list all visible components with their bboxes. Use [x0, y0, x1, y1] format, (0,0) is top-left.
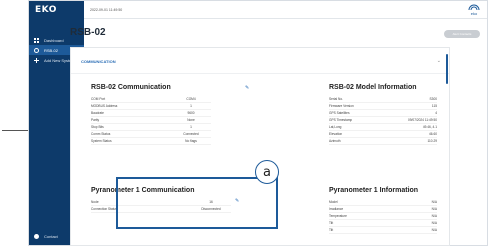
contact-icon [34, 234, 39, 239]
callout-badge: a [255, 160, 279, 184]
app-logo: EKO [35, 5, 57, 15]
row-value: 1 [190, 125, 192, 129]
row-value: Connected [183, 132, 199, 136]
row-value: 1 [190, 104, 192, 108]
sidebar-item-label: Contact [44, 234, 58, 239]
row-label: Tilt [329, 221, 334, 225]
table-row: Azimuth 110.29 [329, 138, 437, 145]
table-row: Parity None [91, 117, 211, 124]
table-row: Stop Bits 1 [91, 124, 211, 131]
row-label: Tilt [329, 228, 334, 232]
row-label: Model [329, 200, 338, 204]
row-label: Node [91, 200, 99, 204]
row-label: Comm Status [91, 132, 111, 136]
row-value: COM4 [186, 97, 196, 101]
row-label: Elevation [329, 132, 343, 136]
table-row: Tilt N/A [329, 227, 437, 234]
row-value: N/A [431, 207, 437, 211]
card-title: RSB-02 Communication [91, 84, 171, 91]
row-label: Connection Status [91, 207, 118, 211]
row-label: GPS Timestamp [329, 118, 353, 122]
table-row: System Status No flags [91, 138, 211, 145]
table-row: Serial No. S300 [329, 96, 437, 103]
rsb-model-card: RSB-02 Model Information Serial No. S300 … [329, 84, 437, 145]
sidebar-item-contact[interactable]: Contact [34, 234, 58, 239]
table-row: Comm Status Connected [91, 131, 211, 138]
sidebar-item-label: Dashboard [44, 37, 64, 43]
row-label: Serial No. [329, 97, 343, 101]
row-value: 115 [431, 104, 437, 108]
row-value: N/A [431, 221, 437, 225]
row-value: 4 [435, 111, 437, 115]
row-label: COM Port [91, 97, 106, 101]
table-row: COM Port COM4 [91, 96, 211, 103]
row-value: N/A [431, 200, 437, 204]
pencil-icon[interactable]: ✎ [245, 86, 250, 91]
row-value: N/A [431, 228, 437, 232]
table-row: Baudrate 9600 [91, 110, 211, 117]
brand-label: eko [471, 11, 478, 16]
scrollbar-thumb[interactable] [446, 54, 448, 84]
table-row: Lat,Long 49.46, 4.1 [329, 124, 437, 131]
card-title: Pyranometer 1 Information [329, 187, 419, 194]
table-row: Irradiance N/A [329, 206, 437, 213]
page-title: RSB-02 [70, 27, 106, 38]
row-value: 110.29 [427, 139, 437, 143]
table-row: Tilt N/A [329, 220, 437, 227]
row-value: No flags [185, 139, 197, 143]
table-row: Elevation 46.60 [329, 131, 437, 138]
section-header[interactable]: COMMUNICATION ⌄ [71, 48, 449, 74]
chevron-down-icon[interactable]: ⌄ [437, 58, 441, 64]
row-value: None [187, 118, 195, 122]
row-label: Parity [91, 118, 100, 122]
row-label: Azimuth [329, 139, 341, 143]
plus-icon [34, 57, 39, 63]
row-label: MODBUS Address [91, 104, 118, 108]
table-row: MODBUS Address 1 [91, 103, 211, 110]
top-bar: 2022-09-01 11:49:50 eko [84, 1, 487, 19]
table-row: GPS Satellites 4 [329, 110, 437, 117]
row-label: System Status [91, 139, 112, 143]
row-label: Firmware Version [329, 104, 354, 108]
rsb-communication-card: RSB-02 Communication COM Port COM4 MODBUS… [91, 84, 211, 145]
row-label: Irradiance [329, 207, 344, 211]
pyranometer-information-card: Pyranometer 1 Information Model N/A Irrad… [329, 187, 437, 234]
brand-logo-icon: eko [468, 4, 480, 16]
row-value: N/A [431, 214, 437, 218]
row-label: Lat,Long [329, 125, 342, 129]
table-row: GPS Timestamp 09/07/2024 11:49:50 [329, 117, 437, 124]
dashboard-icon [34, 37, 39, 43]
row-label: GPS Satellites [329, 111, 350, 115]
timestamp: 2022-09-01 11:49:50 [90, 8, 123, 12]
row-label: Temperature [329, 214, 347, 218]
row-value: 9600 [187, 111, 195, 115]
highlight-box [116, 177, 278, 229]
logo-text: EKO [35, 5, 57, 15]
sidebar-item-label: RSB-02 [44, 47, 59, 53]
table-row: Model N/A [329, 199, 437, 206]
row-label: Baudrate [91, 111, 104, 115]
device-icon [34, 47, 39, 53]
row-value: 46.60 [429, 132, 437, 136]
section-title: COMMUNICATION [81, 59, 116, 64]
card-title: RSB-02 Model Information [329, 84, 417, 91]
row-value: 49.46, 4.1 [422, 125, 437, 129]
row-label: Stop Bits [91, 125, 104, 129]
table-row: Firmware Version 115 [329, 103, 437, 110]
row-value: 09/07/2024 11:49:50 [407, 118, 437, 122]
row-value: S300 [429, 97, 437, 101]
table-row: Temperature N/A [329, 213, 437, 220]
alert-contacts-button[interactable]: Alert Contacts [444, 30, 480, 38]
